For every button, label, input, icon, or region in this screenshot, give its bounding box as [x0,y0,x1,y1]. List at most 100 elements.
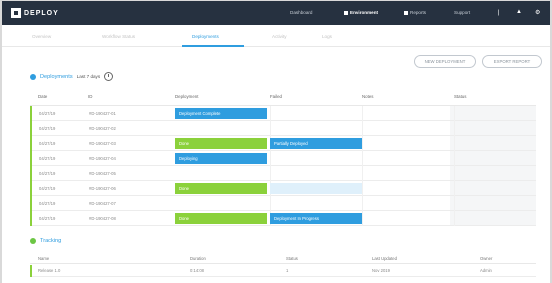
table-row[interactable]: 04/27/19 #D-190427-06 Done [30,181,536,196]
column-divider [454,181,455,196]
column-divider [270,166,271,181]
column-header-date[interactable]: Date [38,94,47,99]
tracking-col-last-updated[interactable]: Last Updated [372,256,397,261]
column-divider [454,166,455,181]
deployments-table: Date ID Deployment Failed Notes Status 0… [30,89,536,226]
cell-date: 04/27/19 [39,156,56,161]
tracking-cell-status: 1 [286,268,289,273]
top-bar: DEPLOY Dashboard Environment Reports Sup… [2,1,550,25]
column-divider [270,151,271,166]
cell-date: 04/27/19 [39,126,56,131]
table-row[interactable]: 04/27/19 #D-190427-02 [30,121,536,136]
column-divider [362,166,363,181]
row-accent [30,166,32,181]
status-bar-green[interactable]: Done [175,213,267,224]
column-divider [454,211,455,226]
tracking-header: Tracking [30,238,61,244]
table-row[interactable]: 04/27/19 #D-190427-08 Done Deployment In Pr… [30,211,536,226]
tab-deployments[interactable]: Deployments [192,34,219,39]
column-divider [362,136,363,151]
bell-icon[interactable]: ▲ [516,9,522,15]
table-row[interactable]: 04/27/19 #D-190427-03 Done Partially Deploy… [30,136,536,151]
topnav-reports[interactable]: Reports [404,10,426,15]
row-accent [30,196,32,211]
tracking-col-status[interactable]: Status [286,256,298,261]
new-deployment-button[interactable]: NEW DEPLOYMENT [414,55,476,68]
tab-logs[interactable]: Logs [322,34,332,39]
row-accent [30,265,32,277]
status-bar-blue[interactable]: Deployment In Progress [270,213,362,224]
tracking-cell-owner: Admin [480,268,492,273]
deployments-header: Deployments Last 7 days [30,72,114,81]
cell-id[interactable]: #D-190427-03 [89,141,116,146]
column-divider [362,151,363,166]
column-divider [454,121,455,136]
table-row[interactable]: 04/27/19 #D-190427-04 Deploying [30,151,536,166]
clock-icon[interactable] [104,72,114,81]
cell-id[interactable]: #D-190427-06 [89,186,116,191]
column-divider [454,151,455,166]
column-divider [362,196,363,211]
tracking-table-header: Name Duration Status Last Updated Owner [30,253,536,264]
deployments-title: Deployments [40,73,73,80]
reports-dot-icon [404,10,408,15]
topnav-support[interactable]: Support [454,10,470,15]
user-icon[interactable]: ❘ [496,9,501,16]
tracking-row[interactable]: Release 1.0 0:14:08 1 Nov 2019 Admin [30,265,536,277]
column-header-status[interactable]: Status [454,94,466,99]
status-bar-ghost[interactable] [270,183,362,194]
status-bar-blue[interactable]: Deployment Complete [175,108,267,119]
cell-id[interactable]: #D-190427-02 [89,126,116,131]
cell-id[interactable]: #D-190427-04 [89,156,116,161]
cell-id[interactable]: #D-190427-05 [89,171,116,176]
date-range-label[interactable]: Last 7 days [77,74,101,79]
app-window: DEPLOY Dashboard Environment Reports Sup… [2,1,550,283]
column-header-id[interactable]: ID [88,94,92,99]
tracking-col-duration[interactable]: Duration [190,256,206,261]
active-tab-indicator [182,45,244,47]
status-bar-green[interactable]: Done [175,183,267,194]
row-accent [30,151,32,166]
tab-overview[interactable]: Overview [32,34,51,39]
status-bar-green[interactable]: Done [175,138,267,149]
column-divider [454,106,455,121]
table-row[interactable]: 04/27/19 #D-190427-01 Deployment Complete [30,106,536,121]
topnav-dashboard[interactable]: Dashboard [290,10,312,15]
table-header: Date ID Deployment Failed Notes Status [30,89,536,106]
tracking-cell-last-updated: Nov 2019 [372,268,390,273]
cell-date: 04/27/19 [39,201,56,206]
deployments-icon [30,73,36,80]
cell-date: 04/27/19 [39,171,56,176]
logo[interactable]: DEPLOY [11,8,59,18]
cell-id[interactable]: #D-190427-01 [89,111,116,116]
tab-activity[interactable]: Activity [272,34,287,39]
column-divider [454,136,455,151]
column-header-deployment[interactable]: Deployment [175,94,198,99]
cell-id[interactable]: #D-190427-08 [89,216,116,221]
cell-date: 04/27/19 [39,186,56,191]
tracking-col-owner[interactable]: Owner [480,256,492,261]
cell-date: 04/27/19 [39,111,56,116]
topnav-environment[interactable]: Environment [344,10,378,15]
cell-id[interactable]: #D-190427-07 [89,201,116,206]
cell-date: 04/27/19 [39,216,56,221]
table-row[interactable]: 04/27/19 #D-190427-07 [30,196,536,211]
export-report-button[interactable]: EXPORT REPORT [482,55,542,68]
column-divider [362,121,363,136]
column-divider [362,211,363,226]
status-bar-blue[interactable]: Deploying [175,153,267,164]
column-divider [270,106,271,121]
column-header-failed[interactable]: Failed [270,94,282,99]
row-accent [30,136,32,151]
tracking-cell-duration: 0:14:08 [190,268,204,273]
column-divider [362,181,363,196]
tracking-title: Tracking [40,238,62,244]
column-divider [270,121,271,136]
table-row[interactable]: 04/27/19 #D-190427-05 [30,166,536,181]
column-divider [270,196,271,211]
tracking-col-name[interactable]: Name [38,256,49,261]
status-bar-blue[interactable]: Partially Deployed [270,138,362,149]
tab-workflow-status[interactable]: Workflow Status [102,34,135,39]
column-header-notes[interactable]: Notes [362,94,373,99]
settings-icon[interactable]: ⚙ [535,9,540,16]
